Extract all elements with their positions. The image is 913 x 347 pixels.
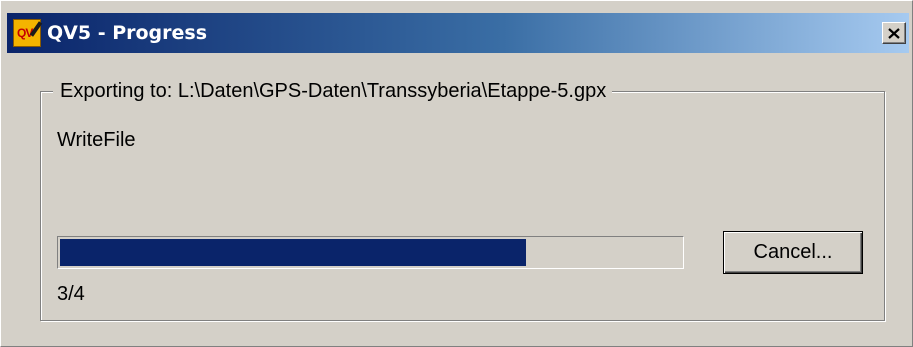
close-button[interactable] — [882, 22, 906, 44]
close-icon — [888, 27, 900, 39]
progress-dialog: QV QV5 - Progress Exporting to: L:\Daten… — [0, 0, 913, 347]
progress-bar — [57, 236, 684, 269]
export-destination-label: Exporting to: L:\Daten\GPS-Daten\Transsy… — [53, 80, 613, 102]
progress-count: 3/4 — [57, 283, 85, 305]
title-bar[interactable]: QV QV5 - Progress — [7, 13, 909, 53]
export-group-box — [40, 91, 885, 321]
operation-status: WriteFile — [57, 129, 136, 151]
window-title: QV5 - Progress — [47, 22, 208, 44]
qv5-app-icon: QV — [13, 19, 43, 47]
cancel-button[interactable]: Cancel... — [723, 231, 863, 274]
progress-bar-fill — [60, 239, 526, 266]
